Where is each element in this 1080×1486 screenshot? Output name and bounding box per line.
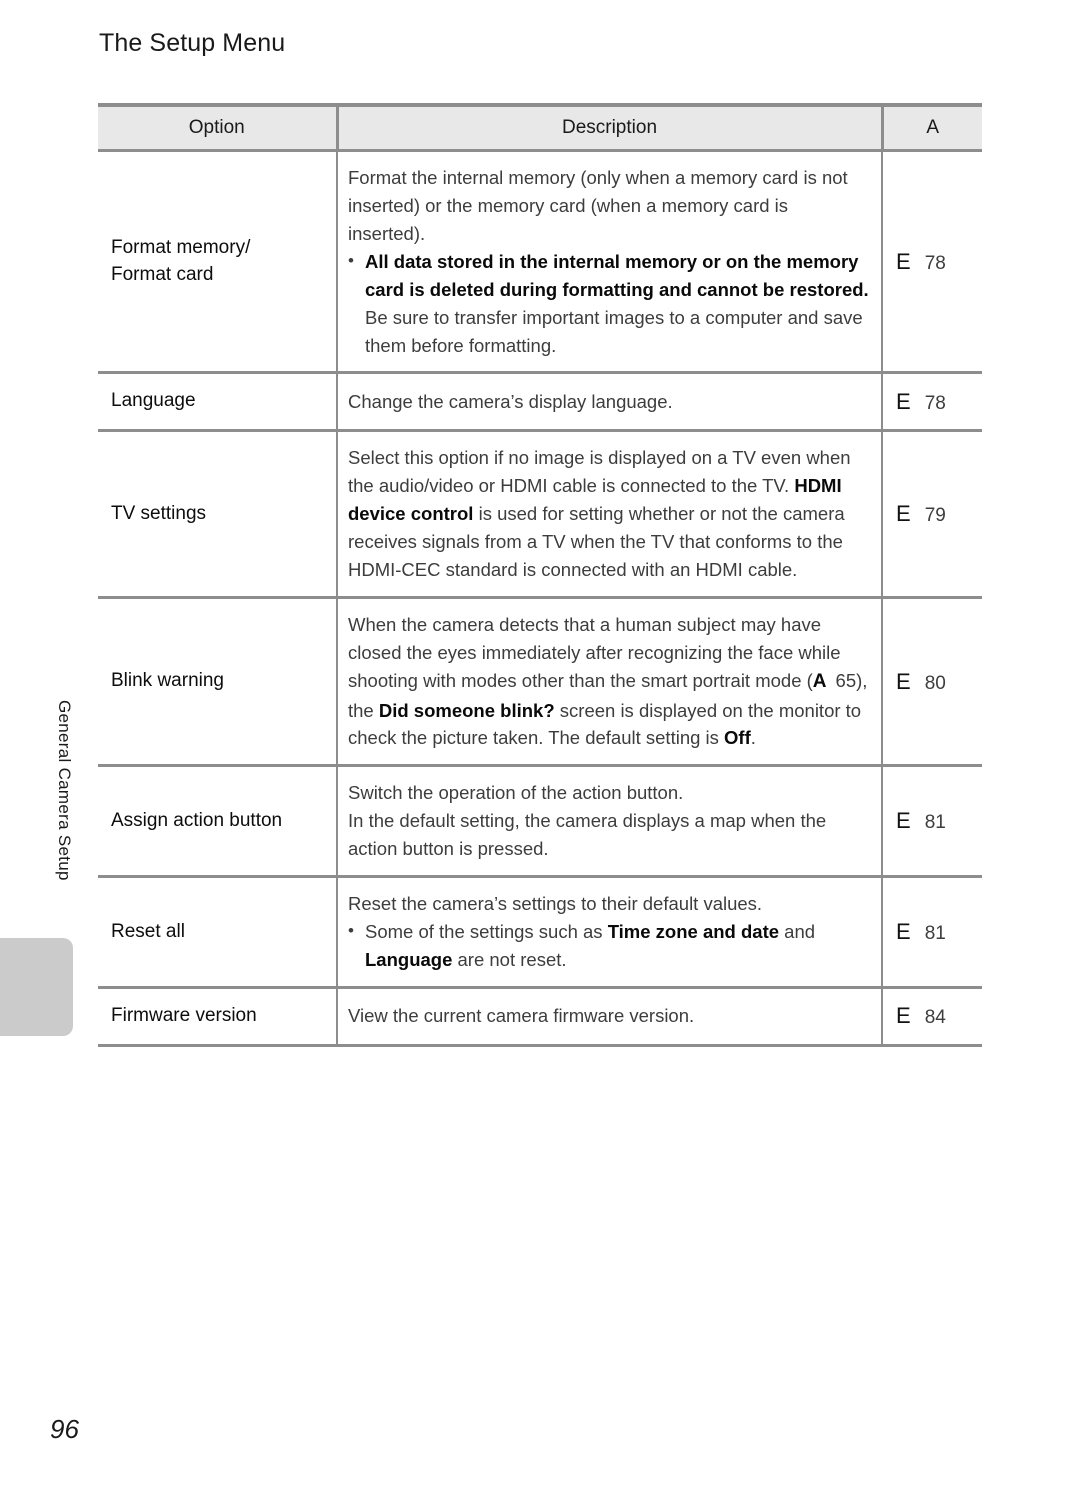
description-intro: Reset the camera’s settings to their def… [348, 893, 763, 915]
option-cell: Reset all [98, 876, 338, 989]
description-cell: Format the internal memory (only when a … [337, 150, 883, 375]
description-bullet: • All data stored in the internal memory… [348, 248, 869, 360]
description-intro: Select this option if no image is displa… [348, 447, 851, 497]
bullet-text: Some of the settings such as Time zone a… [365, 918, 869, 974]
table-row: Assign action button Switch the operatio… [98, 765, 982, 879]
option-cell: Blink warning [98, 597, 338, 768]
reference-page-number: 81 [924, 812, 946, 834]
table-row: Firmware version View the current camera… [98, 987, 982, 1047]
reference-cell: E 84 [882, 987, 982, 1047]
bullet-rest-text: Be sure to transfer important images to … [365, 306, 863, 356]
option-cell: Assign action button [98, 765, 338, 879]
description-part4: . [750, 727, 756, 749]
bullet-dot-icon: • [348, 250, 354, 270]
reference-cell: E 79 [882, 430, 982, 600]
column-header-option: Option [98, 103, 339, 152]
reference-cell: E 80 [882, 597, 982, 768]
page-title: The Setup Menu [99, 29, 286, 57]
reference-symbol-icon: E [896, 668, 911, 694]
reference-page-number: 78 [924, 252, 946, 274]
table-row: Blink warning When the camera detects th… [98, 597, 982, 768]
option-cell: Firmware version [98, 987, 338, 1047]
option-cell: Language [98, 372, 338, 433]
description-cell: Switch the operation of the action butto… [337, 765, 883, 879]
description-cell: View the current camera firmware version… [337, 987, 883, 1047]
description-inline-bold: Did someone blink? [378, 699, 555, 721]
reference-symbol-icon: E [896, 808, 911, 834]
reference-page-number: 81 [924, 923, 946, 945]
table-row: Format memory/ Format card Format the in… [98, 150, 982, 375]
bullet-bold-text-2: Language [365, 949, 453, 971]
reference-symbol-icon: E [896, 919, 911, 945]
bullet-dot-icon: • [348, 921, 354, 941]
table-row: Language Change the camera’s display lan… [98, 372, 982, 433]
description-bullet: • Some of the settings such as Time zone… [348, 918, 869, 974]
description-cell: Select this option if no image is displa… [337, 430, 883, 600]
reference-cell: E 81 [882, 876, 982, 989]
setup-menu-table: Option Description A Format memory/ Form… [98, 103, 982, 1047]
description-inline-bold-off: Off [724, 727, 751, 749]
option-label-line1: Format memory/ [111, 236, 251, 258]
reference-cell: E 78 [882, 372, 982, 433]
option-cell: Format memory/ Format card [98, 150, 338, 375]
table-row: TV settings Select this option if no ima… [98, 430, 982, 600]
bullet-mid-text: and [779, 921, 816, 943]
chapter-tab-label: General Camera Setup [55, 700, 74, 881]
bullet-bold-text: Time zone and date [607, 921, 780, 943]
reference-symbol-icon: E [896, 388, 911, 414]
reference-page-number: 79 [924, 505, 946, 527]
description-cell: Reset the camera’s settings to their def… [337, 876, 883, 989]
reference-symbol-icon: E [896, 248, 911, 274]
chapter-tab-marker [0, 938, 73, 1036]
reference-cell: E 81 [882, 765, 982, 879]
reference-symbol-icon: E [896, 501, 911, 527]
reference-page-number: 78 [924, 392, 946, 414]
table-header-row: Option Description A [98, 103, 982, 152]
option-cell: TV settings [98, 430, 338, 600]
page-reference-a-icon: A [812, 670, 827, 692]
reference-page-number: 84 [924, 1007, 946, 1029]
bullet-pre-text: Some of the settings such as [365, 921, 608, 943]
description-cell: When the camera detects that a human sub… [337, 597, 883, 768]
description-intro: Format the internal memory (only when a … [348, 167, 848, 244]
reference-page-number: 80 [924, 672, 946, 694]
description-cell: Change the camera’s display language. [337, 372, 883, 433]
description-part1: When the camera detects that a human sub… [348, 614, 841, 691]
reference-symbol-icon: E [896, 1003, 911, 1029]
description-intro: Switch the operation of the action butto… [348, 782, 684, 804]
column-header-reference: A [882, 103, 982, 152]
bullet-post-text: are not reset. [452, 949, 567, 971]
page-number: 96 [50, 1414, 79, 1444]
bullet-bold-text: All data stored in the internal memory o… [365, 250, 869, 300]
description-line2: In the default setting, the camera displ… [348, 810, 827, 860]
reference-cell: E 78 [882, 150, 982, 375]
option-label-line2: Format card [111, 263, 214, 285]
column-header-description: Description [337, 103, 884, 152]
table-row: Reset all Reset the camera’s settings to… [98, 876, 982, 989]
bullet-text: All data stored in the internal memory o… [365, 248, 869, 360]
